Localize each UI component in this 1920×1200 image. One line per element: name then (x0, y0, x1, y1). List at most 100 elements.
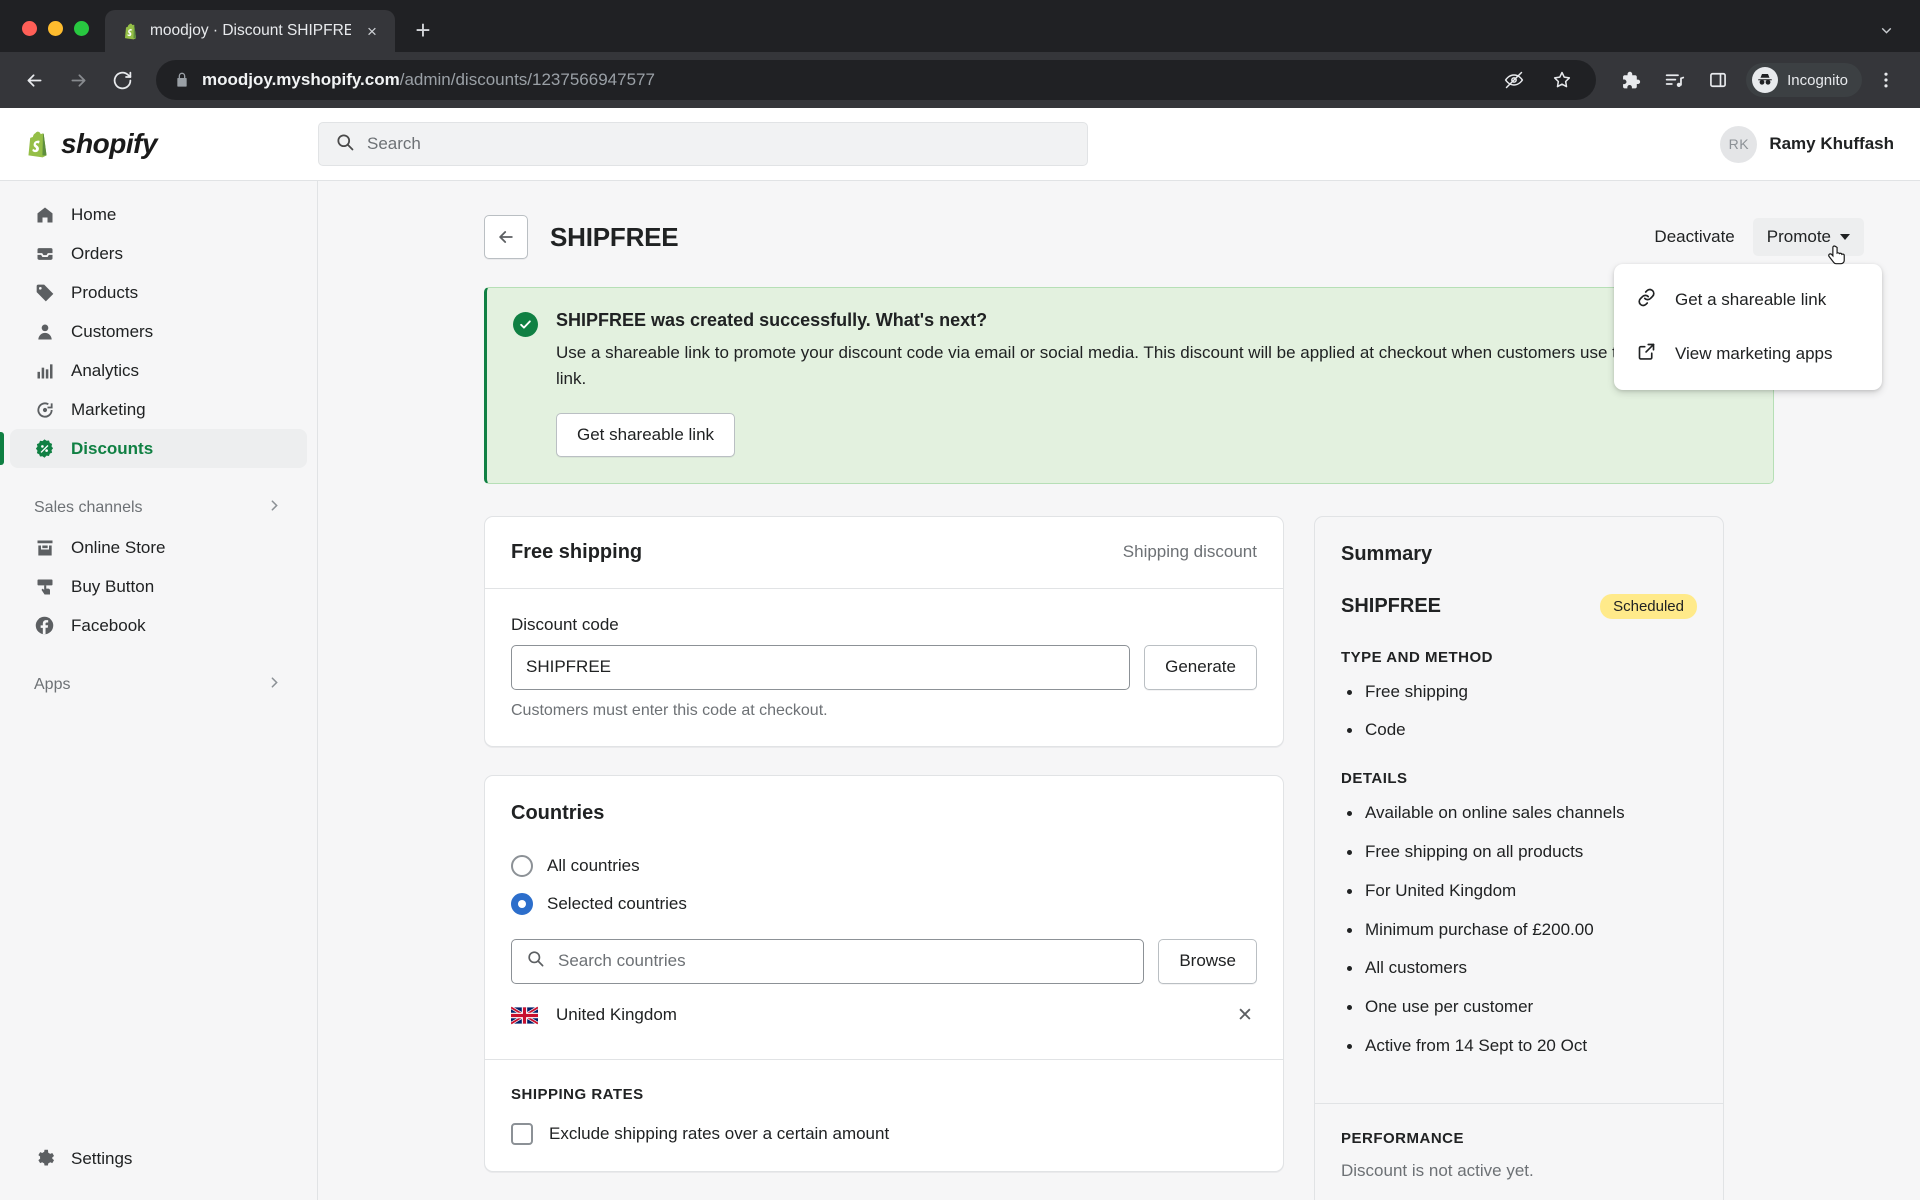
browse-button[interactable]: Browse (1158, 938, 1257, 984)
home-icon (34, 204, 55, 225)
profile-incognito-button[interactable]: Incognito (1746, 63, 1862, 97)
gear-icon (34, 1148, 55, 1169)
summary-code-row: SHIPFREE Scheduled (1341, 593, 1697, 619)
discount-code-helper: Customers must enter this code at checko… (511, 701, 828, 719)
close-tab-icon[interactable]: × (361, 20, 383, 42)
maximize-window-button[interactable] (74, 21, 89, 36)
shopify-bag-icon (28, 131, 47, 157)
tab-list-icon[interactable] (1866, 10, 1906, 50)
reading-list-icon[interactable] (1654, 60, 1694, 100)
buy-button-icon (34, 576, 55, 597)
url-domain: moodjoy.myshopify.com (202, 70, 400, 89)
summary-card: Summary SHIPFREE Scheduled TYPE AND METH… (1314, 515, 1724, 1200)
search-countries-input[interactable]: Search countries (511, 938, 1145, 984)
countries-body: Countries All countries Selected countri… (485, 776, 1283, 1059)
discount-type-label: Shipping discount (1122, 542, 1257, 562)
browser-tab[interactable]: moodjoy · Discount SHIPFREE × (105, 10, 395, 52)
star-icon[interactable] (1542, 60, 1582, 100)
sidebar-item-analytics[interactable]: Analytics (10, 351, 307, 390)
menu-item-view-marketing-apps[interactable]: View marketing apps (1614, 327, 1882, 381)
url-path: /admin/discounts/1237566947577 (399, 70, 655, 89)
incognito-icon (1752, 67, 1779, 93)
list-item: One use per customer (1341, 995, 1697, 1019)
minimize-window-button[interactable] (48, 21, 63, 36)
menu-item-get-shareable-link[interactable]: Get a shareable link (1614, 273, 1882, 327)
sidebar-item-label: Settings (71, 1148, 133, 1168)
deactivate-button[interactable]: Deactivate (1640, 218, 1748, 256)
omnibox-actions (1494, 60, 1582, 100)
get-shareable-link-button[interactable]: Get shareable link (556, 412, 736, 457)
radio-selected-countries[interactable]: Selected countries (511, 885, 1257, 923)
exclude-shipping-rates-checkbox[interactable] (511, 1122, 533, 1145)
list-item: Active from 14 Sept to 20 Oct (1341, 1034, 1697, 1058)
radio-all-countries-label: All countries (547, 855, 640, 875)
performance-label: PERFORMANCE (1341, 1129, 1465, 1147)
radio-selected-countries-input[interactable] (511, 892, 533, 915)
orders-inbox-icon (34, 243, 55, 264)
discount-code-input[interactable]: SHIPFREE (511, 644, 1131, 690)
countries-title: Countries (511, 801, 605, 824)
forward-icon[interactable] (58, 60, 98, 100)
eye-off-icon[interactable] (1494, 60, 1534, 100)
promote-button[interactable]: Promote (1752, 218, 1864, 265)
shopify-logo[interactable]: shopify (0, 128, 318, 160)
list-item: Available on online sales channels (1341, 801, 1697, 825)
reload-icon[interactable] (102, 60, 142, 100)
sidebar-item-label: Analytics (71, 360, 140, 380)
sidebar-item-label: Buy Button (71, 576, 155, 596)
bar-chart-icon (34, 360, 55, 381)
external-link-icon (1636, 341, 1657, 367)
type-and-method-label: TYPE AND METHOD (1341, 648, 1493, 666)
exclude-shipping-rates-label: Exclude shipping rates over a certain am… (549, 1123, 890, 1143)
tab-title: moodjoy · Discount SHIPFREE (150, 22, 351, 39)
generate-button[interactable]: Generate (1144, 644, 1257, 690)
user-menu[interactable]: RK Ramy Khuffash (1720, 125, 1920, 163)
summary-body: Summary SHIPFREE Scheduled TYPE AND METH… (1315, 517, 1723, 1103)
sidebar-item-marketing[interactable]: Marketing (10, 390, 307, 429)
card-title: Free shipping (511, 540, 643, 563)
sidebar-item-label: Online Store (71, 537, 166, 557)
address-bar[interactable]: moodjoy.myshopify.com/admin/discounts/12… (156, 60, 1597, 100)
performance-section: PERFORMANCE Discount is not active yet. (1315, 1102, 1723, 1200)
browser-menu-icon[interactable] (1866, 60, 1906, 100)
page-header: SHIPFREE Deactivate Promote Get a sharea… (484, 215, 1882, 390)
radio-all-countries[interactable]: All countries (511, 847, 1257, 885)
search-input[interactable]: Search (318, 122, 1088, 166)
sidebar-item-buy-button[interactable]: Buy Button (10, 567, 307, 606)
side-panel-icon[interactable] (1698, 60, 1738, 100)
list-item: Free shipping on all products (1341, 840, 1697, 864)
facebook-icon (34, 615, 55, 636)
sidebar-item-online-store[interactable]: Online Store (10, 528, 307, 567)
sidebar-item-facebook[interactable]: Facebook (10, 606, 307, 645)
sidebar-item-orders[interactable]: Orders (10, 234, 307, 273)
app-topbar: shopify Search RK Ramy Khuffash (0, 108, 1920, 181)
back-icon[interactable] (14, 60, 54, 100)
back-button[interactable] (484, 215, 528, 259)
sidebar-section-apps[interactable]: Apps (10, 671, 307, 699)
sidebar-item-label: Home (71, 204, 117, 224)
sidebar-item-products[interactable]: Products (10, 273, 307, 312)
sidebar-item-settings[interactable]: Settings (10, 1139, 307, 1178)
details-list: Available on online sales channels Free … (1341, 801, 1697, 1058)
sidebar-item-discounts[interactable]: Discounts (0, 429, 307, 468)
lock-icon (174, 72, 190, 88)
avatar: RK (1720, 125, 1758, 163)
sidebar-item-customers[interactable]: Customers (10, 312, 307, 351)
close-window-button[interactable] (22, 21, 37, 36)
sidebar-footer: Settings (0, 1139, 317, 1200)
countries-search-row: Search countries Browse (511, 938, 1257, 984)
person-icon (34, 321, 55, 342)
radio-all-countries-input[interactable] (511, 854, 533, 877)
extensions-icon[interactable] (1610, 60, 1650, 100)
remove-country-icon[interactable]: ✕ (1233, 1004, 1257, 1027)
exclude-shipping-rates-row[interactable]: Exclude shipping rates over a certain am… (511, 1122, 1257, 1145)
uk-flag-icon (511, 1005, 538, 1025)
list-item: For United Kingdom (1341, 879, 1697, 903)
main-content: SHIPFREE Deactivate Promote Get a sharea… (318, 181, 1920, 1200)
shipping-rates-section: SHIPPING RATES Exclude shipping rates ov… (485, 1058, 1283, 1171)
list-item: All customers (1341, 956, 1697, 980)
sidebar-item-home[interactable]: Home (10, 195, 307, 234)
sidebar-section-sales-channels[interactable]: Sales channels (10, 494, 307, 522)
new-tab-button[interactable]: + (405, 12, 441, 48)
summary-discount-code: SHIPFREE (1341, 594, 1442, 617)
